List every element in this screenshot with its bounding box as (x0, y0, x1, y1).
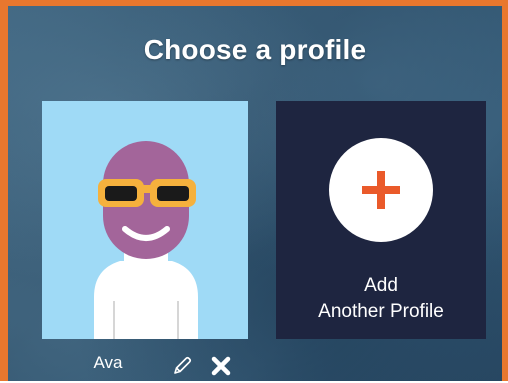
avatar-sunglasses-icon (94, 141, 198, 339)
add-label-line1: Add (364, 275, 398, 296)
page-title: Choose a profile (143, 34, 367, 65)
plus-icon (329, 138, 433, 242)
add-profile-label: Add Another Profile (276, 273, 486, 325)
pencil-icon[interactable] (170, 354, 194, 378)
add-profile-card[interactable]: Add Another Profile (276, 101, 486, 339)
add-label-line2: Another Profile (318, 301, 444, 322)
profile-chooser-panel: Choose a profile Add Another Profile Ava (0, 0, 508, 381)
profile-name-ava: Ava (93, 353, 123, 372)
close-icon[interactable] (209, 354, 233, 378)
profile-card-ava[interactable] (42, 101, 248, 339)
